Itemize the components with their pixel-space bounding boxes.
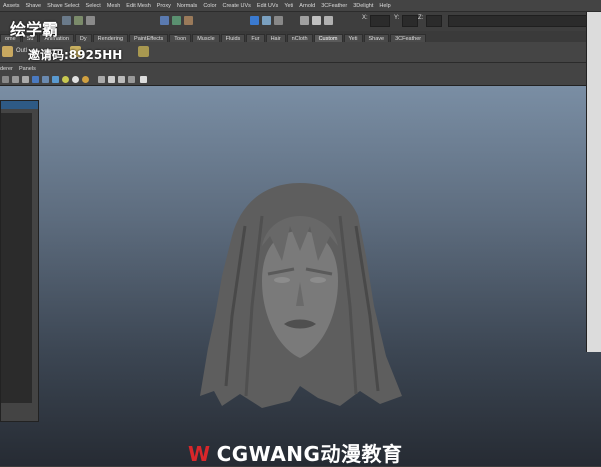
isolate-icon[interactable] <box>108 76 115 83</box>
snap-grid-icon[interactable] <box>160 16 169 25</box>
menu-mesh[interactable]: Mesh <box>104 3 123 9</box>
camera-attr-icon[interactable] <box>12 76 19 83</box>
cgwang-logo-icon: W <box>188 442 211 466</box>
tab-toon[interactable]: Toon <box>169 34 192 42</box>
tab-yeti[interactable]: Yeti <box>343 34 363 42</box>
wireframe-view-icon[interactable] <box>42 76 49 83</box>
menu-shave[interactable]: Shave <box>23 3 45 9</box>
wireframe-icon[interactable] <box>312 16 321 25</box>
camera-icon[interactable] <box>300 16 309 25</box>
tab-shave[interactable]: Shave <box>363 34 390 42</box>
menu-color[interactable]: Color <box>200 3 219 9</box>
scissors-icon[interactable] <box>140 76 147 83</box>
menu-shave-select[interactable]: Shave Select <box>44 3 82 9</box>
z-field[interactable] <box>426 15 442 27</box>
tab-painteffects[interactable]: PaintEffects <box>129 34 169 42</box>
folder-icon[interactable] <box>2 46 13 57</box>
menu-3delight[interactable]: 3Delight <box>350 3 376 9</box>
menu-arnold[interactable]: Arnold <box>296 3 318 9</box>
render-icon[interactable] <box>250 16 259 25</box>
shelf-tabs: ome Su Animation Dy Rendering PaintEffec… <box>0 31 601 42</box>
menu-select[interactable]: Select <box>83 3 104 9</box>
channel-box-panel[interactable] <box>586 12 601 352</box>
menu-assets[interactable]: Assets <box>0 3 23 9</box>
shaded-view-icon[interactable] <box>52 76 59 83</box>
tab-ncloth[interactable]: nCloth <box>286 34 313 42</box>
tab-3cfeather[interactable]: 3CFeather <box>390 34 427 42</box>
panel-bar: derer Panels <box>0 63 601 86</box>
menu-edit-mesh[interactable]: Edit Mesh <box>123 3 153 9</box>
bookmark-icon[interactable] <box>22 76 29 83</box>
status-line: X: Y: Z: <box>0 11 601 32</box>
resolution-gate-icon[interactable] <box>128 76 135 83</box>
snap-point-icon[interactable] <box>184 16 193 25</box>
tab-muscle[interactable]: Muscle <box>192 34 220 42</box>
tab-hair[interactable]: Hair <box>265 34 286 42</box>
xray-icon[interactable] <box>98 76 105 83</box>
z-label: Z: <box>418 15 424 21</box>
script-icon[interactable] <box>138 46 149 57</box>
x-field[interactable] <box>370 15 390 27</box>
light-icon[interactable] <box>62 76 69 83</box>
view-icon[interactable] <box>2 76 9 83</box>
menu-help[interactable]: Help <box>376 3 393 9</box>
menu-proxy[interactable]: Proxy <box>154 3 174 9</box>
menu-renderer[interactable]: derer <box>0 66 13 72</box>
lasso-icon[interactable] <box>74 16 83 25</box>
ipr-icon[interactable] <box>262 16 271 25</box>
outliner-title-bar[interactable] <box>1 101 38 109</box>
menu-panels[interactable]: Panels <box>19 66 36 72</box>
x-label: X: <box>362 15 368 21</box>
y-field[interactable] <box>402 15 418 27</box>
shadow-icon[interactable] <box>82 76 89 83</box>
snap-curve-icon[interactable] <box>172 16 181 25</box>
watermark-brand: 绘学霸 <box>10 20 59 39</box>
tab-custom[interactable]: Custom <box>313 34 343 42</box>
tab-fur[interactable]: Fur <box>246 34 265 42</box>
tab-dynamics[interactable]: Dy <box>74 34 92 42</box>
outliner-shelf-label[interactable]: Outl <box>16 48 27 54</box>
default-light-icon[interactable] <box>72 76 79 83</box>
outliner-panel[interactable] <box>0 100 39 422</box>
head-model <box>200 183 402 408</box>
outliner-list[interactable] <box>1 113 32 403</box>
menu-normals[interactable]: Normals <box>174 3 200 9</box>
menu-create-uvs[interactable]: Create UVs <box>219 3 253 9</box>
command-field[interactable] <box>448 15 590 27</box>
y-label: Y: <box>394 15 400 21</box>
tab-fluids[interactable]: Fluids <box>220 34 246 42</box>
grid-icon[interactable] <box>32 76 39 83</box>
menu-bar: Assets Shave Shave Select Select Mesh Ed… <box>0 0 601 11</box>
smooth-shade-icon[interactable] <box>324 16 333 25</box>
watermark-cgwang: W CGWANG动漫教育 <box>188 438 402 467</box>
cgwang-text: CGWANG动漫教育 <box>216 442 403 466</box>
hud-icon[interactable] <box>118 76 125 83</box>
menu-yeti[interactable]: Yeti <box>281 3 296 9</box>
watermark-invite-code: 邀请码:8925HH <box>28 48 123 62</box>
move-icon[interactable] <box>86 16 95 25</box>
select-tool-icon[interactable] <box>62 16 71 25</box>
viewport[interactable] <box>0 86 601 466</box>
menu-3cfeather[interactable]: 3CFeather <box>318 3 350 9</box>
settings-icon[interactable] <box>274 16 283 25</box>
menu-edit-uvs[interactable]: Edit UVs <box>254 3 281 9</box>
tab-rendering[interactable]: Rendering <box>92 34 129 42</box>
